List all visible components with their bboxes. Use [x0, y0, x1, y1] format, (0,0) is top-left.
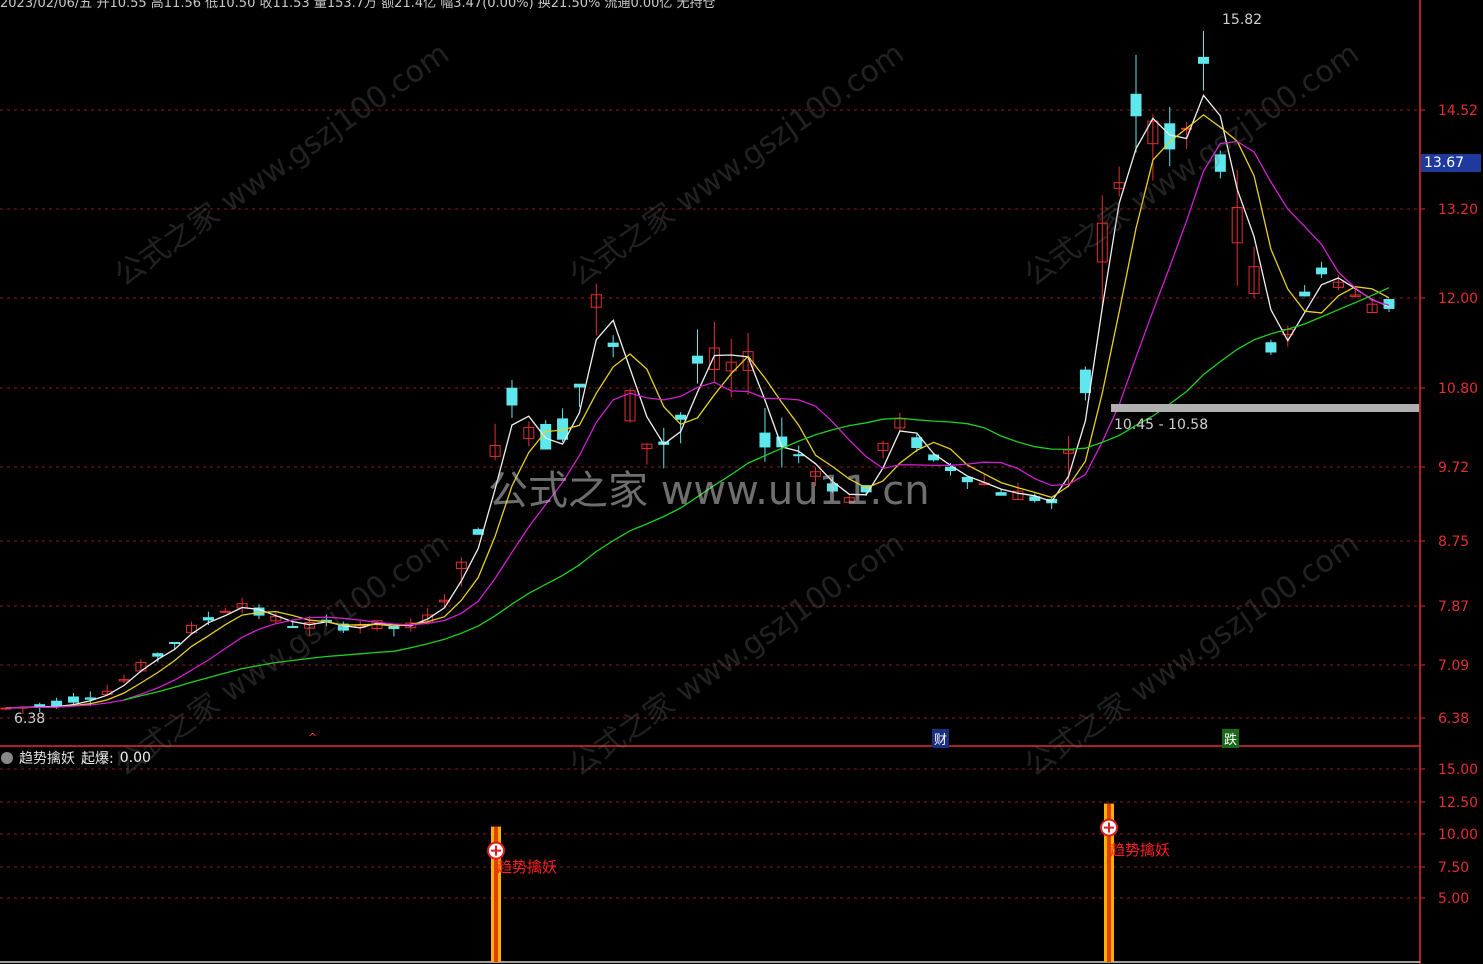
candle-body	[506, 387, 518, 406]
indicator-y-axis-label: 15.00	[1438, 762, 1478, 778]
candle-body	[793, 454, 805, 457]
support-range-label: 10.45 - 10.58	[1114, 417, 1209, 433]
candle-body	[1316, 267, 1328, 275]
candle-body	[692, 355, 703, 364]
y-axis-label: 6.38	[1438, 711, 1469, 727]
candle-body	[152, 653, 164, 657]
y-axis-label: 7.87	[1438, 599, 1469, 615]
candle-body	[1130, 93, 1142, 117]
event-marker-drop[interactable]: 跌	[1222, 729, 1240, 748]
event-marker-finance[interactable]: 财	[932, 729, 950, 748]
candle-body	[911, 437, 923, 449]
candle-body	[1079, 369, 1091, 394]
y-axis-label: 14.52	[1438, 103, 1478, 119]
indicator-header: 趋势擒妖 起爆: 0.00	[0, 748, 151, 768]
candle-body	[202, 617, 214, 621]
indicator-param-value: 0.00	[119, 750, 151, 766]
y-axis-label: 12.00	[1438, 291, 1478, 307]
candle-body	[67, 696, 79, 703]
indicator-y-axis-label: 7.50	[1438, 860, 1469, 876]
period-low-label: 6.38	[14, 711, 46, 727]
candle-body	[607, 342, 619, 347]
candle-body	[169, 641, 181, 644]
candle-body	[573, 383, 585, 388]
period-high-label: 15.82	[1222, 12, 1263, 28]
watermark-main: 公式之家 www.uu11.cn	[488, 468, 930, 514]
candle-body	[1197, 56, 1209, 64]
indicator-y-axis-label: 10.00	[1438, 827, 1478, 843]
indicator-param-label: 起爆:	[81, 751, 114, 767]
y-axis-label: 9.72	[1438, 460, 1469, 476]
current-price-tag: 13.67	[1421, 154, 1481, 172]
indicator-y-axis-label: 5.00	[1438, 891, 1469, 907]
indicator-toggle-icon[interactable]	[1, 752, 13, 764]
y-axis-label: 7.09	[1438, 658, 1469, 674]
indicator-y-axis-label: 12.50	[1438, 795, 1478, 811]
candle-body	[1265, 342, 1277, 353]
stock-chart-window: 2023/02/06/五 开10.55 高11.56 低10.50 收11.53…	[0, 0, 1483, 964]
signal-label: 趋势擒妖	[497, 858, 558, 876]
candle-body	[675, 414, 687, 420]
candle-body	[1299, 291, 1311, 297]
signal-label: 趋势擒妖	[1110, 841, 1171, 859]
y-axis-label: 10.80	[1438, 381, 1478, 397]
y-axis-label: 13.20	[1438, 202, 1478, 218]
indicator-name[interactable]: 趋势擒妖	[19, 748, 75, 768]
support-range-band	[1111, 404, 1419, 412]
candle-body	[472, 529, 484, 535]
candle-body	[388, 626, 400, 630]
candle-body	[759, 432, 771, 448]
y-axis-label: 8.75	[1438, 534, 1469, 550]
candle-body	[219, 610, 231, 613]
event-marker-up[interactable]: ^	[306, 731, 319, 744]
candle-body	[995, 492, 1007, 496]
